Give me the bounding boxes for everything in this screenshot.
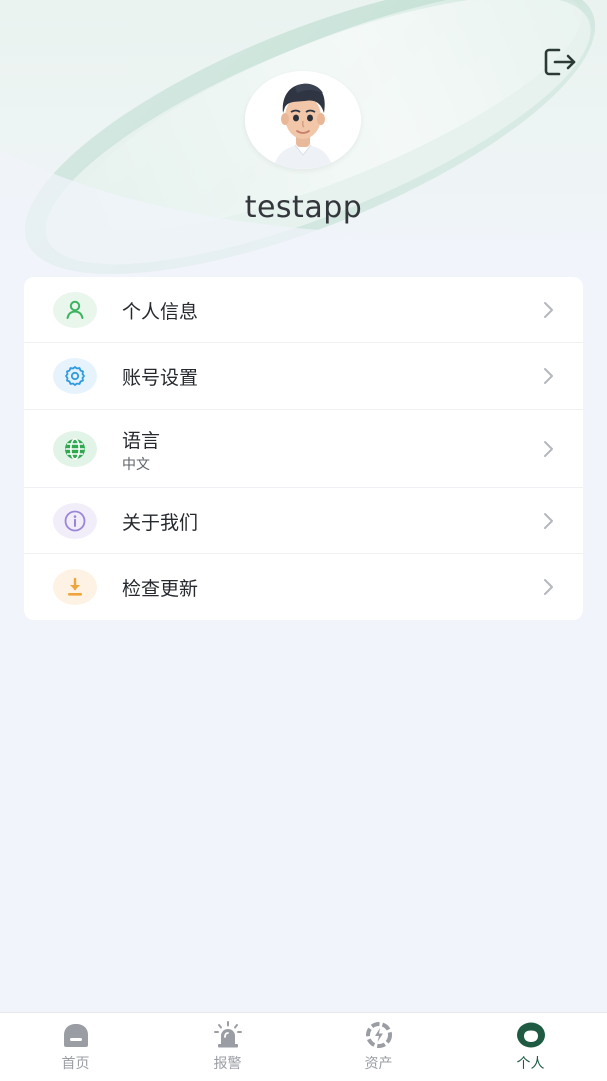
current-language-value: 中文 [122, 457, 150, 473]
person-icon [53, 292, 97, 328]
chevron-right-icon [544, 441, 553, 457]
menu-item-check-update[interactable]: 检查更新 [24, 554, 583, 620]
tab-alarm[interactable]: 报警 [152, 1013, 303, 1081]
profile-header: testapp [0, 0, 607, 300]
chevron-right-icon [544, 513, 553, 529]
home-icon [64, 1024, 88, 1047]
menu-item-label: 关于我们 [122, 512, 199, 534]
logout-button[interactable] [541, 44, 579, 80]
menu-item-about-us[interactable]: 关于我们 [24, 488, 583, 554]
logout-icon [544, 48, 576, 76]
menu-item-label: 账号设置 [122, 367, 199, 389]
download-icon [53, 569, 97, 605]
alarm-icon [214, 1021, 242, 1048]
gear-icon [53, 358, 97, 394]
menu-item-language[interactable]: 语言 中文 [24, 410, 583, 488]
profile-icon [517, 1022, 545, 1048]
user-avatar-illustration [245, 71, 361, 169]
menu-item-label: 语言 [122, 430, 161, 452]
chevron-right-icon [544, 302, 553, 318]
chevron-right-icon [544, 579, 553, 595]
bottom-tab-bar: 首页 报警 资产 个人 [0, 1012, 607, 1081]
settings-menu: 个人信息 账号设置 语言 中文 关于我们 检查更新 [24, 277, 583, 620]
menu-item-account-settings[interactable]: 账号设置 [24, 343, 583, 410]
info-icon [53, 503, 97, 539]
menu-item-label: 个人信息 [122, 301, 199, 323]
tab-label: 报警 [213, 1056, 242, 1072]
tab-assets[interactable]: 资产 [303, 1013, 454, 1081]
username: testapp [244, 190, 363, 225]
tab-label: 资产 [364, 1056, 393, 1072]
tab-profile[interactable]: 个人 [455, 1013, 606, 1081]
asset-icon [366, 1022, 392, 1048]
tab-label: 首页 [61, 1056, 90, 1072]
tab-label: 个人 [516, 1056, 545, 1072]
menu-item-label: 检查更新 [122, 578, 199, 600]
tab-home[interactable]: 首页 [0, 1013, 151, 1081]
globe-icon [53, 431, 97, 467]
menu-item-profile[interactable]: 个人信息 [24, 277, 583, 343]
avatar[interactable] [245, 71, 361, 169]
chevron-right-icon [544, 368, 553, 384]
